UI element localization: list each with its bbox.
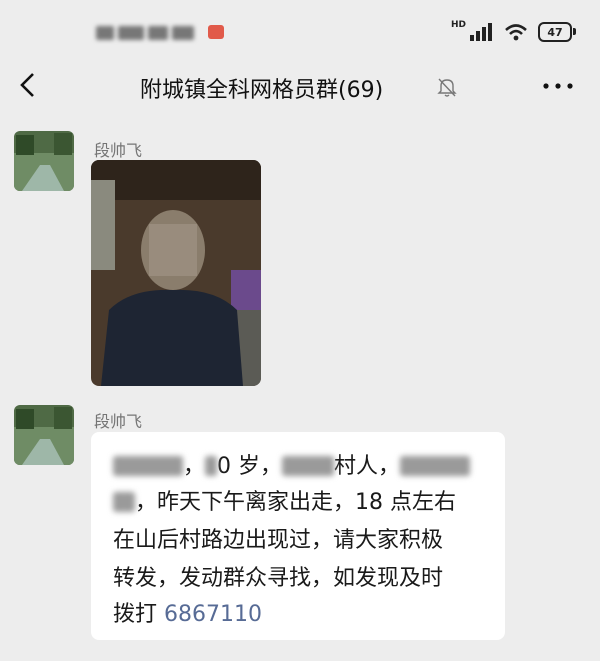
redacted-text (113, 492, 135, 512)
message-village: 村人， (334, 454, 401, 479)
sender-name: 段帅飞 (94, 412, 143, 431)
network-type-label: HD (450, 20, 466, 30)
message-line: 转发，发动群众寻找，如发现及时 (113, 566, 444, 591)
status-indicators: HD 47 (445, 18, 576, 46)
message-line: ，昨天下午离家出走，18 点左右 (113, 484, 456, 516)
chevron-left-icon (20, 73, 34, 97)
back-button[interactable] (14, 70, 40, 100)
wifi-icon (505, 24, 527, 41)
sender-avatar[interactable] (14, 131, 74, 191)
avatar-image (14, 405, 74, 465)
status-bar: HD 47 (0, 0, 600, 62)
redacted-digit (205, 456, 218, 476)
message-line: 在山后村路边出现过，请大家积极 (113, 528, 444, 553)
redacted-text (400, 456, 471, 476)
more-dots-icon (543, 83, 573, 89)
avatar-image (14, 131, 74, 191)
battery-icon: 47 (538, 22, 576, 42)
message-line: ， 0 岁， 村人， (113, 448, 471, 480)
notification-app-icon (208, 25, 224, 39)
chat-title: 附城镇全科网格员群(69) (140, 78, 384, 103)
sender-name: 段帅飞 (94, 141, 143, 160)
text-message-bubble[interactable]: ， 0 岁， 村人， ，昨天下午离家出走，18 点左右 在山后村路边出现过，请大家积… (91, 432, 505, 640)
photo-message[interactable] (91, 160, 261, 386)
photo-image (91, 160, 261, 386)
status-time-blurred (96, 22, 202, 44)
redacted-village (282, 456, 335, 476)
chat-header: 附城镇全科网格员群(69) (0, 62, 600, 112)
phone-number-link[interactable]: 6867110 (164, 602, 262, 627)
battery-level: 47 (547, 25, 563, 39)
mute-bell-icon (437, 78, 457, 97)
sender-avatar[interactable] (14, 405, 74, 465)
message-line: 拨打 6867110 (113, 596, 262, 628)
signal-icon (470, 23, 492, 41)
message-age: 0 岁， (217, 454, 283, 479)
more-options-button[interactable] (538, 74, 578, 98)
message-call-prefix: 拨打 (113, 602, 164, 627)
redacted-name (113, 456, 183, 476)
message-departure: ，昨天下午离家出走，18 点左右 (135, 490, 456, 515)
